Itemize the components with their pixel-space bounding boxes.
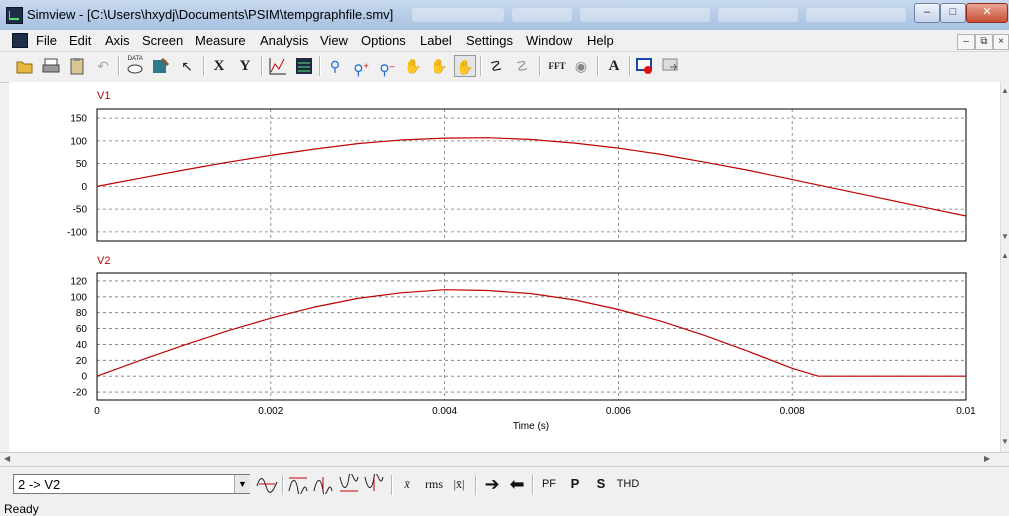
max-peak-icon[interactable] bbox=[311, 474, 335, 496]
grid-v1 bbox=[97, 109, 966, 241]
arrow-right-icon[interactable]: ➔ bbox=[481, 474, 503, 496]
pf-button[interactable]: PF bbox=[538, 474, 560, 496]
max-icon[interactable] bbox=[286, 474, 310, 496]
min-peak-icon[interactable] bbox=[362, 472, 386, 496]
x-tick-label: 0.006 bbox=[606, 406, 631, 417]
series-v1-line bbox=[96, 137, 967, 217]
status-bar bbox=[0, 502, 1009, 510]
status-text: Ready bbox=[4, 502, 39, 516]
y-ticks-v1: 150 100 50 0 -50 -100 bbox=[67, 114, 87, 239]
plot-title-v1: V1 bbox=[97, 90, 110, 102]
series-v2-line bbox=[96, 289, 966, 377]
y-tick-label: 0 bbox=[81, 182, 87, 193]
x-tick-label: 0.008 bbox=[780, 406, 805, 417]
x-tick-label: 0.004 bbox=[432, 406, 457, 417]
min-icon[interactable] bbox=[337, 472, 361, 496]
rms-button[interactable]: rms bbox=[421, 474, 447, 496]
y-tick-label: -100 bbox=[67, 227, 87, 238]
vertical-scrollbar[interactable] bbox=[1000, 82, 1009, 452]
horizontal-scrollbar[interactable] bbox=[0, 452, 1009, 467]
wave-icon[interactable] bbox=[254, 474, 280, 496]
scroll-down-icon[interactable]: ▼ bbox=[1001, 438, 1009, 446]
y-tick-label: 80 bbox=[76, 308, 88, 319]
y-tick-label: 100 bbox=[70, 136, 87, 147]
average-icon[interactable]: x̄ bbox=[397, 474, 417, 496]
scroll-down-icon[interactable]: ▼ bbox=[1001, 233, 1009, 241]
scroll-left-icon[interactable]: ◀ bbox=[4, 455, 10, 463]
plot-title-v2: V2 bbox=[97, 255, 110, 267]
x-tick-label: 0 bbox=[94, 406, 100, 417]
y-ticks-v2: 120 100 80 60 40 20 0 -20 bbox=[70, 276, 87, 398]
y-tick-label: -50 bbox=[73, 205, 88, 216]
chevron-down-icon[interactable]: ▼ bbox=[234, 475, 250, 493]
y-tick-label: 150 bbox=[70, 114, 87, 125]
y-tick-label: -20 bbox=[73, 388, 88, 399]
y-tick-label: 100 bbox=[70, 292, 87, 303]
y-tick-label: 40 bbox=[76, 340, 88, 351]
scroll-up-icon[interactable]: ▲ bbox=[1001, 252, 1009, 260]
p-button[interactable]: P bbox=[564, 474, 586, 496]
x-ticks: 0 0.002 0.004 0.006 0.008 0.01 bbox=[94, 406, 976, 417]
plot-frame-v1 bbox=[96, 108, 967, 242]
scroll-right-icon[interactable]: ▶ bbox=[984, 455, 990, 463]
x-tick-label: 0.01 bbox=[956, 406, 976, 417]
grid-v2 bbox=[97, 273, 966, 400]
x-tick-label: 0.002 bbox=[258, 406, 283, 417]
y-tick-label: 50 bbox=[76, 159, 88, 170]
x-axis-label: Time (s) bbox=[513, 421, 549, 432]
scroll-up-icon[interactable]: ▲ bbox=[1001, 87, 1009, 95]
arrow-left-icon[interactable]: ⬅ bbox=[506, 474, 528, 496]
y-tick-label: 120 bbox=[70, 276, 87, 287]
curve-select-value: 2 -> V2 bbox=[18, 477, 61, 492]
waveform-plots[interactable]: V1 150 100 50 0 -50 -100 V2 120 100 80 60 40 20 0 -2… bbox=[0, 0, 1009, 466]
abs-average-icon[interactable]: |x̄| bbox=[448, 474, 470, 496]
plot-frame-v2 bbox=[96, 272, 967, 401]
y-tick-label: 60 bbox=[76, 324, 88, 335]
y-tick-label: 20 bbox=[76, 356, 88, 367]
y-tick-label: 0 bbox=[81, 372, 87, 383]
thd-button[interactable]: THD bbox=[614, 474, 642, 496]
s-button[interactable]: S bbox=[590, 474, 612, 496]
